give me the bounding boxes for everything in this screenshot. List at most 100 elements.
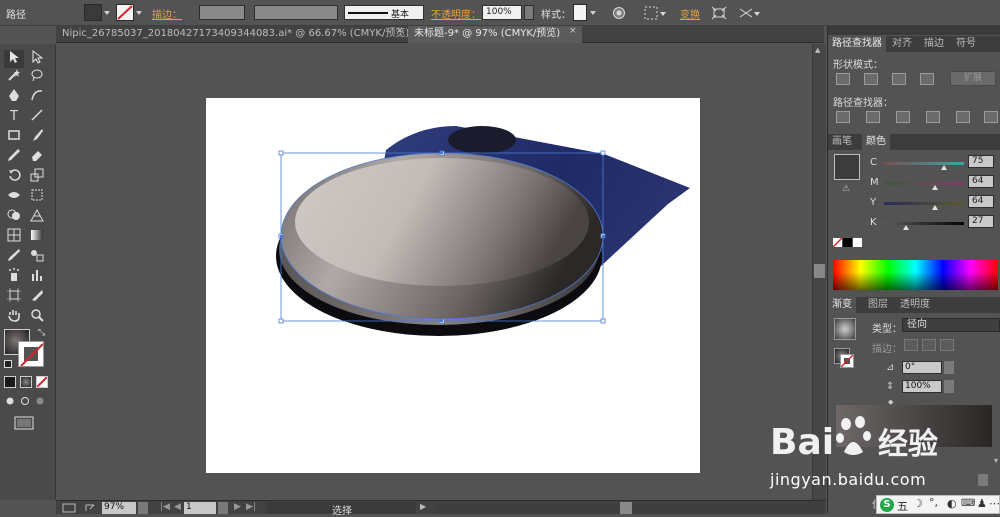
stroke-label[interactable]: 描边： [152,6,182,21]
draw-mode-icons[interactable] [4,396,48,406]
merge-icon[interactable] [896,111,910,123]
artboard-tool-icon[interactable] [4,288,24,306]
tab-brushes[interactable]: 画笔 [828,134,856,150]
next-artboard-icon[interactable]: ▶ [234,502,241,512]
lasso-tool-icon[interactable] [27,68,47,86]
variable-width-dropdown[interactable] [254,5,338,20]
width-tool-icon[interactable] [4,188,24,206]
line-segment-tool-icon[interactable] [27,108,47,126]
outline-icon[interactable] [956,111,970,123]
opacity-field[interactable]: 100% [482,5,522,20]
horizontal-scrollbar[interactable] [436,502,824,514]
color-mode-icon[interactable] [4,376,16,388]
status-menu-icon[interactable]: ▶ [420,502,430,514]
pencil-tool-icon[interactable] [4,148,24,166]
pen-tool-icon[interactable] [4,88,24,106]
zoom-field[interactable]: 97% [102,502,136,514]
paintbrush-tool-icon[interactable] [27,128,47,146]
tab-symbols[interactable]: 符号 [952,36,980,52]
free-transform-tool-icon[interactable] [27,188,47,206]
fill-swatch[interactable] [84,4,102,21]
channel-k-slider[interactable] [884,222,964,225]
screen-mode-icon[interactable] [14,416,34,430]
color-spectrum[interactable] [833,260,998,290]
style-dropdown-icon[interactable] [590,11,596,15]
stroke-weight-field[interactable] [199,5,245,20]
divide-icon[interactable] [836,111,850,123]
tab-layers[interactable]: 图层 [864,297,892,313]
rotate-tool-icon[interactable] [4,168,24,186]
channel-c-knob[interactable] [941,165,947,170]
last-artboard-icon[interactable]: ▶| [246,502,256,512]
magic-wand-tool-icon[interactable] [4,68,24,86]
type-tool-icon[interactable]: T [4,108,24,126]
channel-m-slider[interactable] [884,182,964,185]
fill-dropdown-icon[interactable] [104,11,110,15]
quick-swatches[interactable] [832,237,863,248]
slice-tool-icon[interactable] [27,288,47,306]
first-artboard-icon[interactable]: |◀ [160,502,170,512]
stroke-along-icon[interactable] [922,339,936,351]
close-tab-icon[interactable]: × [396,26,404,36]
gradient-type-dropdown[interactable]: 径向 [902,318,1000,332]
stroke-style-dropdown[interactable]: 基本 [344,5,424,20]
sogou-ime-icon[interactable]: S [880,498,894,512]
isolate-icon[interactable] [711,6,727,20]
ime-mode-label[interactable]: 五 [897,498,908,514]
scroll-thumb[interactable] [814,264,825,278]
tab-color[interactable]: 颜色 [862,134,890,150]
scale-tool-icon[interactable] [27,168,47,186]
expand-button[interactable]: 扩展 [950,71,996,86]
blend-tool-icon[interactable] [27,248,47,266]
tab-transparency[interactable]: 透明度 [896,297,934,313]
ime-toolbar[interactable]: S 五 ☽ °, ◐ ⌨ ♟ ⋯ [876,495,1000,514]
minus-back-icon[interactable] [984,111,998,123]
zoom-dropdown-button[interactable] [138,502,148,514]
fullwidth-icon[interactable]: °, [929,496,938,509]
direct-selection-tool-icon[interactable] [27,49,47,68]
opacity-arrow-button[interactable] [524,5,534,20]
voice-icon[interactable]: ◐ [947,497,957,510]
gradient-preview[interactable] [834,318,856,340]
status-text-area[interactable]: 选择 [266,502,416,517]
gradient-aspect-field[interactable]: 100% [902,380,942,393]
mesh-tool-icon[interactable] [4,228,24,246]
close-tab-icon[interactable]: × [569,26,577,36]
default-colors-icon[interactable] [4,360,12,368]
none-mode-icon[interactable] [36,376,48,388]
tab-align[interactable]: 对齐 [888,36,916,52]
channel-c-slider[interactable] [884,162,964,165]
tab-gradient[interactable]: 渐变 [828,297,856,313]
channel-k-knob[interactable] [902,225,909,230]
channel-y-knob[interactable] [932,205,939,210]
horizontal-scroll-thumb[interactable] [620,502,632,514]
recolor-artwork-icon[interactable] [612,6,626,20]
swap-fill-stroke-icon[interactable]: ⤡ [38,328,45,338]
channel-y-value[interactable]: 64 [968,195,994,208]
crop-icon[interactable] [926,111,940,123]
zoom-prefs-icon[interactable] [62,503,76,513]
stroke-color-box[interactable] [18,341,44,367]
channel-m-value[interactable]: 64 [968,175,994,188]
stroke-dropdown-icon[interactable] [136,11,142,15]
keyboard-icon[interactable]: ⌨ [961,498,975,509]
stroke-across-icon[interactable] [940,339,954,351]
tab-nipic-document[interactable]: Nipic_26785037_20180427173409344083.ai* … [56,26,409,43]
export-icon[interactable] [84,503,96,513]
curvature-tool-icon[interactable] [27,88,47,106]
channel-y-slider[interactable] [884,202,964,205]
eraser-tool-icon[interactable] [27,148,47,166]
trim-icon[interactable] [866,111,880,123]
tab-pathfinder[interactable]: 路径查找器 [828,36,886,52]
envelope-distort-icon[interactable] [738,6,760,20]
exclude-icon[interactable] [920,73,934,85]
scroll-up-icon[interactable]: ▲ [815,46,824,54]
ime-menu-icon[interactable]: ⋯ [989,497,1000,510]
punctuation-icon[interactable]: ☽ [913,497,923,510]
rectangle-tool-icon[interactable] [4,128,24,146]
selection-tool-icon[interactable] [4,50,24,68]
stroke-within-icon[interactable] [904,339,918,351]
eyedropper-tool-icon[interactable] [4,248,24,266]
shape-builder-tool-icon[interactable] [4,208,24,226]
artboard-number-field[interactable]: 1 [184,502,216,514]
